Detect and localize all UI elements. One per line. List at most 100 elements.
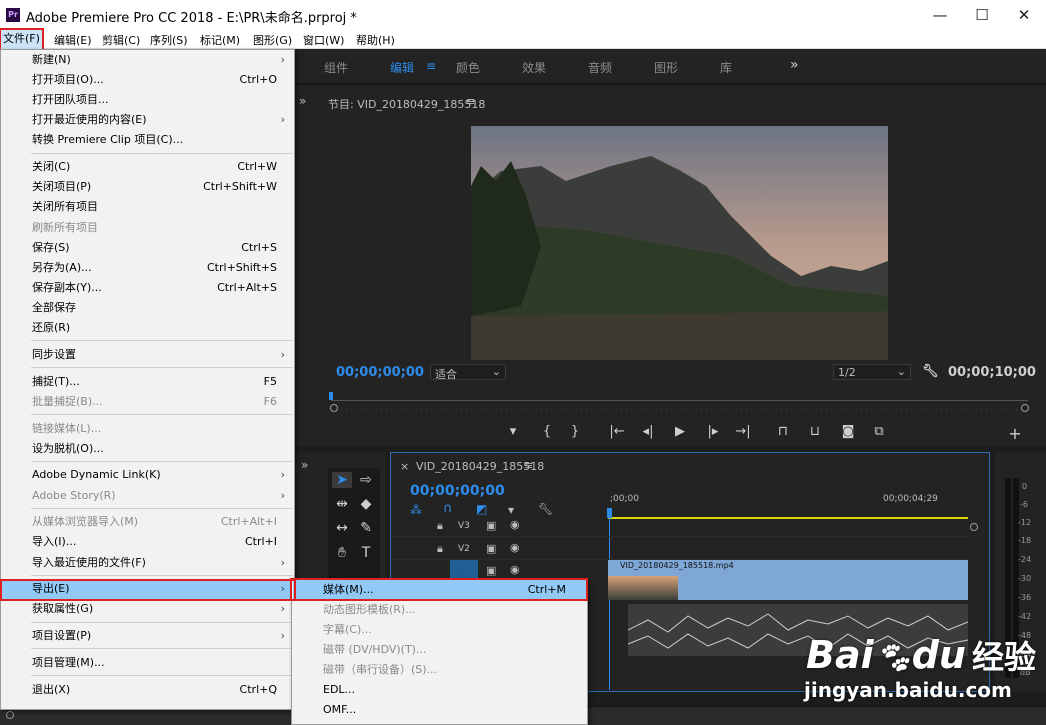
file-menu-item-19[interactable]: 设为脱机(O)... — [2, 439, 293, 459]
file-menu-item-26[interactable]: 获取属性(G) › — [2, 599, 293, 619]
selection-tool-icon[interactable]: ➤ — [332, 472, 352, 488]
file-menu-item-7[interactable]: 关闭项目(P) Ctrl+Shift+W — [2, 177, 293, 197]
lift-icon[interactable]: ⊓ — [773, 424, 793, 439]
file-menu-item-4[interactable]: 打开最近使用的内容(E) › — [2, 110, 293, 130]
file-menu-item-29[interactable]: 退出(X) Ctrl+Q — [2, 680, 293, 700]
tab-editing[interactable]: 编辑 — [390, 59, 414, 76]
file-menu-item-16[interactable]: 捕捉(T)... F5 — [2, 372, 293, 392]
go-to-out-icon[interactable]: →| — [733, 424, 753, 439]
menu-item-shortcut: Ctrl+S — [241, 240, 277, 254]
menu-graphics[interactable]: 图形(G) — [253, 32, 292, 48]
export-menu-item-6[interactable]: EDL... — [293, 680, 586, 700]
export-menu-item-7[interactable]: OMF... — [293, 700, 586, 720]
settings-wrench-icon[interactable]: 🔧︎ — [538, 502, 553, 516]
eye-icon[interactable]: ◉ — [510, 518, 520, 531]
panel-expand-icon[interactable]: » — [301, 458, 308, 472]
eye-icon[interactable]: ◉ — [510, 563, 520, 576]
add-button-icon[interactable]: + — [1005, 424, 1025, 443]
workspace-menu-icon[interactable]: ≡ — [426, 59, 436, 73]
file-menu-item-15[interactable]: 同步设置 › — [2, 345, 293, 365]
close-button[interactable]: ✕ — [1014, 6, 1034, 24]
file-menu-item-1[interactable]: 新建(N) › — [2, 50, 293, 70]
step-back-icon[interactable]: ◂| — [638, 424, 658, 439]
sync-lock-icon[interactable]: ▣ — [486, 564, 496, 577]
file-menu-item-11[interactable]: 另存为(A)... Ctrl+Shift+S — [2, 258, 293, 278]
submenu-arrow-icon: › — [280, 555, 285, 569]
track-v2[interactable] — [392, 538, 968, 560]
scroll-end-handle[interactable] — [1021, 404, 1029, 412]
playhead-marker[interactable] — [329, 392, 333, 400]
timeline-timecode[interactable]: 00;00;00;00 — [410, 483, 505, 499]
file-menu-item-23[interactable]: 导入(I)... Ctrl+I — [2, 532, 293, 552]
wrench-icon[interactable]: 🔧︎ — [922, 364, 939, 379]
program-current-timecode[interactable]: 00;00;00;00 — [336, 365, 424, 380]
slip-tool-icon[interactable]: ↔ — [332, 520, 352, 536]
type-tool-icon[interactable]: T — [356, 545, 376, 561]
menu-item-label: 转换 Premiere Clip 项目(C)... — [32, 133, 184, 147]
file-menu-item-14[interactable]: 还原(R) — [2, 318, 293, 338]
workspace-more-icon[interactable]: » — [790, 57, 799, 73]
menu-window[interactable]: 窗口(W) — [303, 32, 344, 48]
add-marker-icon[interactable]: ▾ — [503, 424, 523, 439]
tab-color[interactable]: 颜色 — [456, 59, 480, 76]
extract-icon[interactable]: ⊔ — [805, 424, 825, 439]
program-monitor-title[interactable]: 节目: VID_20180429_185518 — [328, 96, 485, 112]
file-menu-item-5[interactable]: 转换 Premiere Clip 项目(C)... — [2, 130, 293, 150]
file-menu-item-2[interactable]: 打开项目(O)... Ctrl+O — [2, 70, 293, 90]
menu-marker[interactable]: 标记(M) — [200, 32, 240, 48]
lock-icon[interactable]: 🔒︎ — [437, 519, 443, 533]
step-forward-icon[interactable]: |▸ — [703, 424, 723, 439]
file-menu-item-3[interactable]: 打开团队项目... — [2, 90, 293, 110]
fit-dropdown[interactable]: 适合 ⌄ — [430, 364, 506, 381]
file-menu-item-8[interactable]: 关闭所有项目 — [2, 197, 293, 217]
file-menu-item-27[interactable]: 项目设置(P) › — [2, 626, 293, 646]
sync-lock-icon[interactable]: ▣ — [486, 542, 496, 555]
go-to-in-icon[interactable]: |← — [607, 424, 627, 439]
tab-libraries[interactable]: 库 — [720, 59, 732, 76]
file-menu-item-6[interactable]: 关闭(C) Ctrl+W — [2, 157, 293, 177]
file-menu-item-28[interactable]: 项目管理(M)... — [2, 653, 293, 673]
linked-selection-icon[interactable]: ◩ — [476, 502, 487, 516]
program-time-ruler[interactable] — [331, 400, 1028, 411]
tab-graphics[interactable]: 图形 — [654, 59, 678, 76]
scroll-handle[interactable] — [970, 523, 978, 531]
razor-tool-icon[interactable]: ◆ — [356, 496, 376, 512]
menu-item-label: 退出(X) — [32, 682, 71, 696]
timeline-menu-icon[interactable]: ≡ — [524, 459, 533, 472]
minimize-button[interactable]: — — [930, 6, 950, 24]
lock-icon[interactable]: 🔒︎ — [437, 542, 443, 556]
menu-edit[interactable]: 编辑(E) — [54, 32, 92, 48]
file-menu-item-10[interactable]: 保存(S) Ctrl+S — [2, 238, 293, 258]
menu-sequence[interactable]: 序列(S) — [150, 32, 188, 48]
track-v3[interactable] — [392, 515, 968, 537]
timeline-close-icon[interactable]: × — [400, 460, 409, 473]
file-menu-item-12[interactable]: 保存副本(Y)... Ctrl+Alt+S — [2, 278, 293, 298]
ripple-edit-tool-icon[interactable]: ⇹ — [332, 496, 352, 512]
scroll-start-handle[interactable] — [330, 404, 338, 412]
tab-effects[interactable]: 效果 — [522, 59, 546, 76]
panel-expand-icon[interactable]: » — [299, 94, 306, 108]
mark-in-icon[interactable]: { — [537, 424, 557, 439]
file-menu-item-13[interactable]: 全部保存 — [2, 298, 293, 318]
play-icon[interactable]: ▶ — [670, 424, 690, 439]
menu-clip[interactable]: 剪辑(C) — [102, 32, 140, 48]
camera-icon[interactable]: ◙ — [838, 424, 858, 439]
hand-tool-icon[interactable]: ✋︎ — [332, 545, 352, 561]
compare-icon[interactable]: ⧉ — [869, 424, 889, 439]
track-select-tool-icon[interactable]: ⇨ — [356, 472, 376, 488]
snap-icon[interactable]: ∩ — [443, 501, 453, 516]
file-menu-item-24[interactable]: 导入最近使用的文件(F) › — [2, 553, 293, 573]
eye-icon[interactable]: ◉ — [510, 541, 520, 554]
file-menu-item-20[interactable]: Adobe Dynamic Link(K) › — [2, 465, 293, 485]
pen-tool-icon[interactable]: ✎ — [356, 520, 376, 536]
program-monitor-menu-icon[interactable]: ≡ — [466, 95, 475, 108]
mark-out-icon[interactable]: } — [565, 424, 585, 439]
sync-lock-icon[interactable]: ▣ — [486, 519, 496, 532]
menu-help[interactable]: 帮助(H) — [356, 32, 395, 48]
menu-file[interactable]: 文件(F) — [0, 28, 44, 51]
tab-assembly[interactable]: 组件 — [324, 59, 348, 76]
menu-separator — [31, 507, 293, 509]
maximize-button[interactable]: ☐ — [972, 6, 992, 24]
tab-audio[interactable]: 音频 — [588, 59, 612, 76]
resolution-dropdown[interactable]: 1/2 ⌄ — [833, 364, 911, 380]
